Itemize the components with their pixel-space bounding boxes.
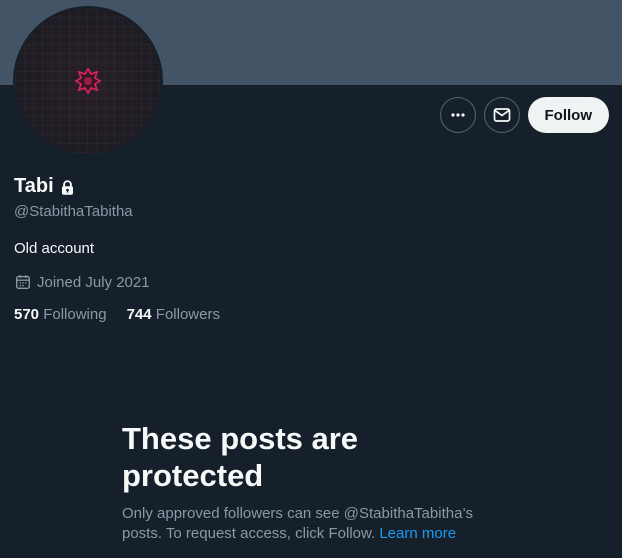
following-link[interactable]: 570 Following <box>14 306 107 323</box>
message-button[interactable] <box>483 97 520 133</box>
learn-more-link[interactable]: Learn more <box>379 525 456 542</box>
following-count: 570 <box>14 306 40 323</box>
protected-title-line1: These posts are <box>122 421 359 456</box>
protected-notice: These posts are protected Only approved … <box>122 420 522 544</box>
protected-title: These posts are protected <box>122 420 522 494</box>
more-button[interactable] <box>439 97 476 133</box>
followers-label: Followers <box>155 306 220 323</box>
profile-actions: Follow <box>439 97 609 133</box>
star-emblem-icon <box>74 67 102 95</box>
lock-icon[interactable] <box>59 179 76 196</box>
profile-bio: Old account <box>14 240 95 257</box>
joined-label: Joined July 2021 <box>37 273 150 291</box>
profile-handle: @StabithaTabitha <box>14 203 133 220</box>
protected-title-line2: protected <box>122 458 264 493</box>
profile-page: Follow Tabi @StabithaTabitha Old account… <box>0 0 622 558</box>
followers-link[interactable]: 744 Followers <box>127 306 220 323</box>
name-row: Tabi <box>14 175 76 198</box>
joined-date: Joined July 2021 <box>14 273 150 291</box>
envelope-icon <box>493 108 510 122</box>
following-label: Following <box>43 306 107 323</box>
display-name: Tabi <box>14 175 54 197</box>
avatar[interactable] <box>13 6 163 156</box>
follow-stats: 570 Following 744 Followers <box>14 306 220 323</box>
followers-count: 744 <box>126 306 152 323</box>
protected-description: Only approved followers can see @Stabith… <box>122 504 512 544</box>
follow-button[interactable]: Follow <box>527 97 609 133</box>
more-horizontal-icon <box>450 113 465 117</box>
calendar-icon <box>16 275 30 289</box>
